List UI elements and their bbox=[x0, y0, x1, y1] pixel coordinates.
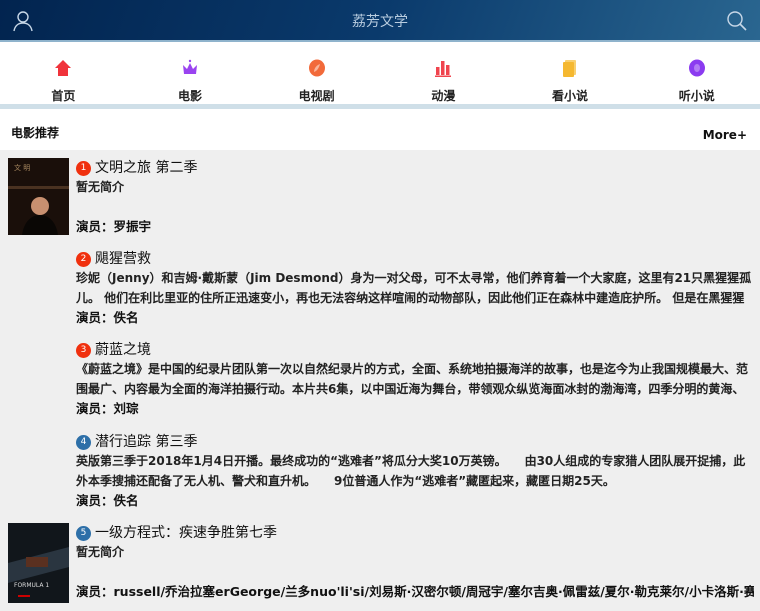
bars-icon bbox=[435, 61, 452, 77]
rank-badge: 5 bbox=[76, 525, 91, 541]
rank-badge: 2 bbox=[76, 251, 91, 267]
nav-label: 电影 bbox=[178, 89, 203, 103]
item-actors: 演员：刘琮 bbox=[76, 401, 139, 416]
nav-label: 动漫 bbox=[431, 89, 456, 103]
poster-thumbnail[interactable]: 文 明 bbox=[8, 158, 69, 235]
item-actors: 演员：佚名 bbox=[76, 310, 139, 325]
svg-text:文 明: 文 明 bbox=[14, 163, 30, 172]
item-description: 暂无简介 bbox=[76, 545, 125, 559]
more-link[interactable]: More+ bbox=[703, 128, 747, 142]
item-title[interactable]: 潜行追踪 第三季 bbox=[95, 432, 197, 452]
rank-badge: 3 bbox=[76, 342, 91, 358]
nav-item-read-novel[interactable]: 看小说 bbox=[507, 42, 634, 104]
nav-label: 听小说 bbox=[678, 89, 715, 103]
search-icon[interactable] bbox=[726, 10, 748, 32]
item-title[interactable]: 蔚蓝之境 bbox=[95, 340, 151, 360]
section-header: 电影推荐 More+ bbox=[0, 109, 760, 150]
item-description: 《蔚蓝之境》是中国的纪录片团队第一次以自然纪录片的方式，全面、系统地拍摄海洋的故… bbox=[76, 362, 749, 396]
svg-text:FORMULA 1: FORMULA 1 bbox=[14, 582, 49, 589]
site-title: 荔芳文学 bbox=[352, 14, 408, 30]
nav-item-home[interactable]: 首页 bbox=[0, 42, 127, 104]
crown-icon bbox=[183, 59, 197, 74]
nav-label: 首页 bbox=[51, 89, 76, 103]
category-nav: 首页 电影 电视剧 动漫 看小说 听小说 bbox=[0, 42, 760, 104]
list-item[interactable]: FORMULA 1 5 一级方程式：疾速争胜第七季 暂无简介 演员：russell… bbox=[0, 523, 760, 611]
book-icon bbox=[563, 60, 577, 77]
item-description: 英版第三季于2018年1月4日开播。最终成功的“逃难者”将瓜分大奖10万英镑。 … bbox=[76, 454, 746, 488]
list-item[interactable]: 文 明 1 文明之旅 第二季 暂无简介 演员：罗振宇 bbox=[0, 158, 760, 246]
nav-item-tv[interactable]: 电视剧 bbox=[253, 42, 380, 104]
rank-badge: 1 bbox=[76, 160, 91, 176]
nav-label: 看小说 bbox=[552, 89, 589, 103]
nav-item-movie[interactable]: 电影 bbox=[127, 42, 254, 104]
list-item[interactable]: 4 潜行追踪 第三季 英版第三季于2018年1月4日开播。最终成功的“逃难者”将瓜… bbox=[0, 432, 760, 520]
nav-item-anime[interactable]: 动漫 bbox=[380, 42, 507, 104]
nav-item-audio-novel[interactable]: 听小说 bbox=[633, 42, 760, 104]
item-title[interactable]: 文明之旅 第二季 bbox=[95, 158, 197, 178]
top-bar: 荔芳文学 bbox=[0, 0, 760, 42]
leaf-icon bbox=[308, 59, 325, 77]
item-actors: 演员：罗振宇 bbox=[76, 219, 152, 234]
item-actors: 演员：佚名 bbox=[76, 493, 139, 508]
item-description: 暂无简介 bbox=[76, 180, 125, 194]
section-title: 电影推荐 bbox=[11, 126, 60, 140]
home-icon bbox=[55, 60, 72, 76]
item-title[interactable]: 一级方程式：疾速争胜第七季 bbox=[95, 523, 277, 543]
audio-icon bbox=[688, 59, 705, 77]
rank-badge: 4 bbox=[76, 434, 91, 450]
nav-label: 电视剧 bbox=[298, 89, 335, 103]
list-item[interactable]: 2 飓猩营救 珍妮（Jenny）和吉姆·戴斯蒙（Jim Desmond）身为一对父… bbox=[0, 249, 760, 337]
poster-thumbnail[interactable]: FORMULA 1 bbox=[8, 523, 69, 603]
item-description: 珍妮（Jenny）和吉姆·戴斯蒙（Jim Desmond）身为一对父母，可不太寻… bbox=[76, 271, 752, 305]
list-item[interactable]: 3 蔚蓝之境 《蔚蓝之境》是中国的纪录片团队第一次以自然纪录片的方式，全面、系统地… bbox=[0, 340, 760, 428]
item-title[interactable]: 飓猩营救 bbox=[95, 249, 151, 269]
item-actors: 演员：russell/乔治拉塞erGeorge/兰多nuo'li'si/刘易斯·… bbox=[76, 584, 754, 599]
